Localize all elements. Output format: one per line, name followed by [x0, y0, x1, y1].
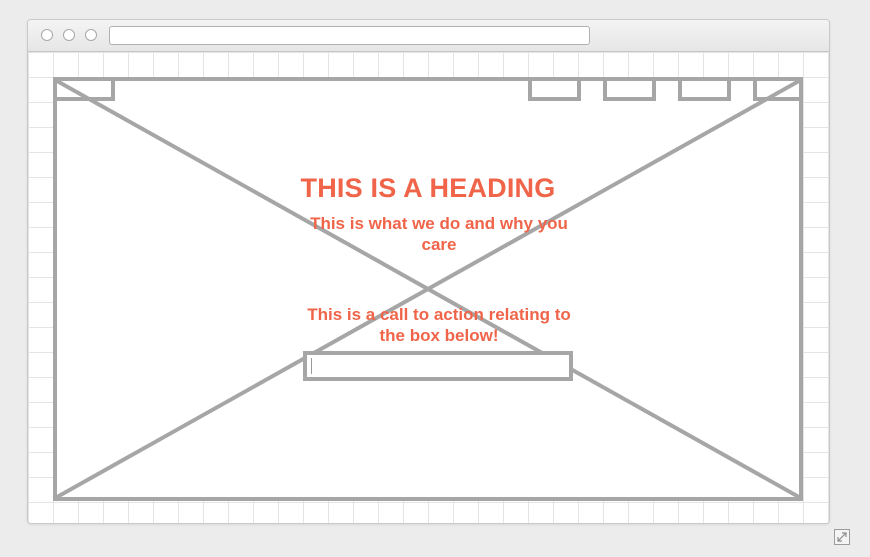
page-subheading: This is what we do and why you care	[310, 214, 568, 254]
browser-window: THIS IS A HEADING This is what we do and…	[27, 19, 830, 524]
close-window-button[interactable]	[41, 29, 53, 41]
expand-icon[interactable]	[834, 529, 850, 545]
expand-arrows-icon	[837, 532, 847, 542]
page-viewport: THIS IS A HEADING This is what we do and…	[28, 52, 829, 523]
hero-image-placeholder: THIS IS A HEADING This is what we do and…	[53, 77, 803, 501]
zoom-window-button[interactable]	[85, 29, 97, 41]
text-caret	[311, 358, 312, 374]
call-to-action-text: This is a call to action relating to the…	[307, 305, 571, 345]
cta-input-field[interactable]	[303, 351, 573, 381]
address-bar[interactable]	[109, 26, 590, 45]
page-heading: THIS IS A HEADING	[300, 173, 556, 203]
hero-content: THIS IS A HEADING This is what we do and…	[57, 81, 799, 497]
minimize-window-button[interactable]	[63, 29, 75, 41]
browser-titlebar	[28, 20, 829, 52]
